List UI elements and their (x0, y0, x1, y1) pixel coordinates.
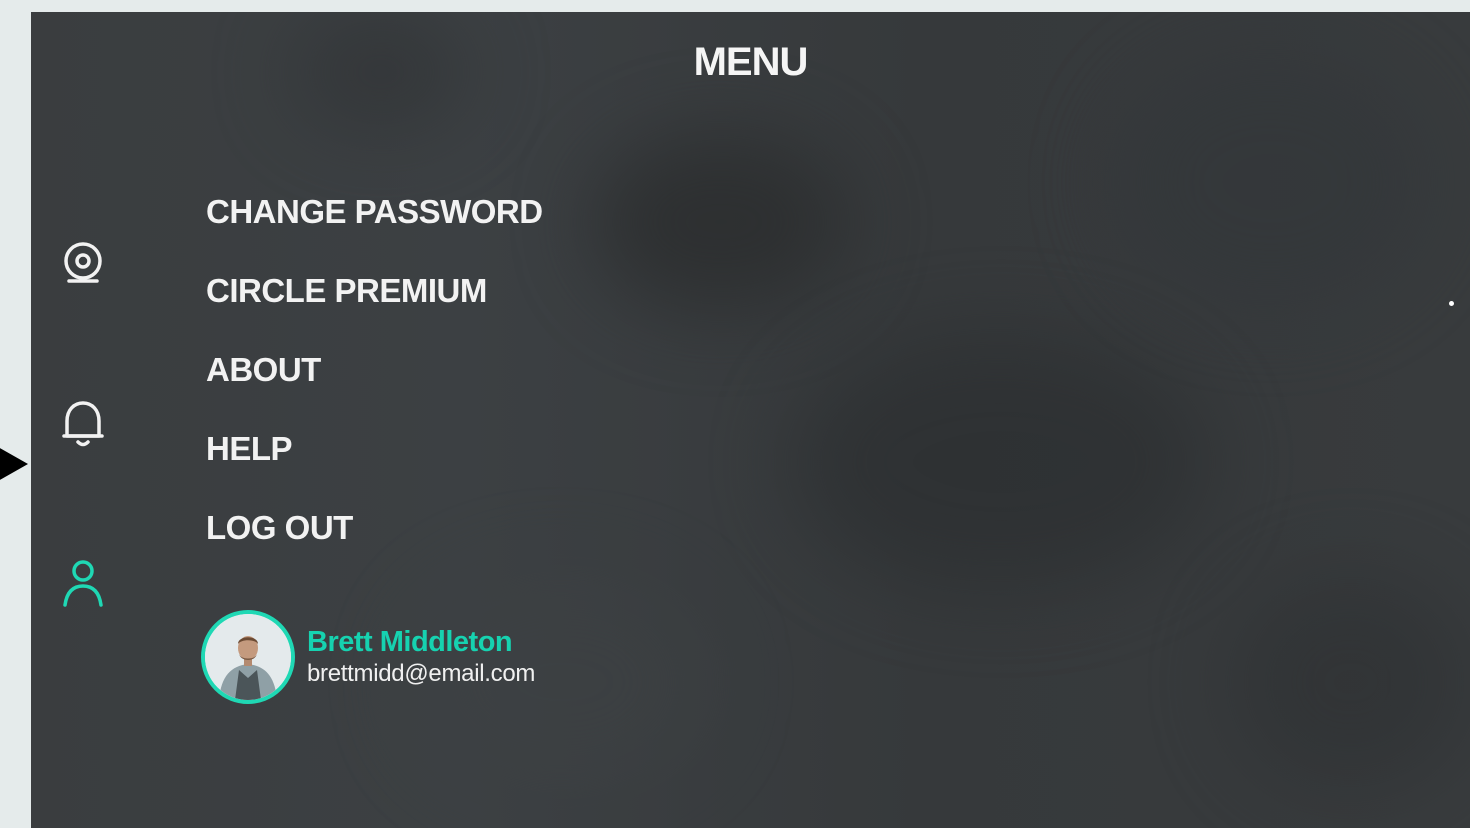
menu-title: MENU (693, 40, 809, 84)
profile-photo (205, 614, 291, 700)
sidebar-item-notifications[interactable] (57, 398, 109, 450)
avatar (201, 610, 295, 704)
menu-list: CHANGE PASSWORD CIRCLE PREMIUM ABOUT HEL… (206, 192, 543, 587)
profile-name: Brett Middleton (307, 626, 513, 658)
webcam-icon (64, 242, 102, 283)
menu-screen: MENU CHANGE PASSWORD CIRCLE PREMIUM ABOU… (31, 12, 1470, 828)
menu-item-circle-premium[interactable]: CIRCLE PREMIUM (206, 271, 543, 350)
sidebar-item-profile[interactable] (57, 558, 109, 610)
menu-item-help[interactable]: HELP (206, 429, 543, 508)
profile-email: brettmidd@email.com (307, 660, 536, 687)
indicator-dot (1449, 301, 1454, 306)
pointer-arrow (0, 447, 28, 481)
bell-icon (62, 401, 104, 447)
sidebar-item-camera[interactable] (57, 238, 109, 290)
menu-item-change-password[interactable]: CHANGE PASSWORD (206, 192, 543, 271)
user-profile[interactable]: Brett Middleton brettmidd@email.com (201, 609, 535, 705)
menu-item-about[interactable]: ABOUT (206, 350, 543, 429)
menu-item-log-out[interactable]: LOG OUT (206, 508, 543, 587)
user-icon (63, 560, 103, 607)
